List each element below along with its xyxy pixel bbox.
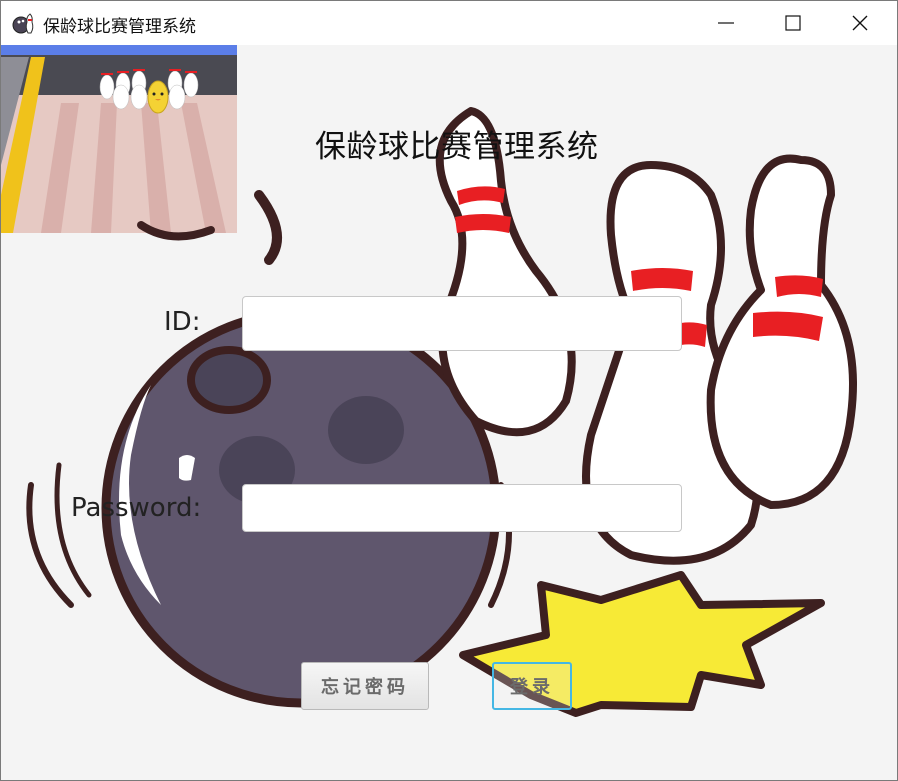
minimize-icon [718,22,734,24]
minimize-button[interactable] [693,1,759,45]
app-window: 保龄球比赛管理系统 保龄球比赛管理系统 ID: Password: 忘记密码 登… [0,0,898,781]
close-button[interactable] [827,1,893,45]
title-bar[interactable]: 保龄球比赛管理系统 [1,1,897,45]
maximize-icon [785,15,801,31]
maximize-button[interactable] [760,1,826,45]
bowling-lane-thumbnail [1,45,237,233]
close-icon [852,15,868,31]
id-input[interactable] [242,296,682,351]
password-input[interactable] [242,484,682,532]
id-label: ID: [164,307,201,337]
forgot-password-button[interactable]: 忘记密码 [301,662,429,710]
window-title: 保龄球比赛管理系统 [43,17,196,37]
bowling-app-icon [12,13,34,34]
login-button[interactable]: 登录 [492,662,572,710]
password-label: Password: [71,493,202,523]
page-title: 保龄球比赛管理系统 [315,129,599,165]
login-panel: 保龄球比赛管理系统 ID: Password: 忘记密码 登录 [1,45,897,780]
